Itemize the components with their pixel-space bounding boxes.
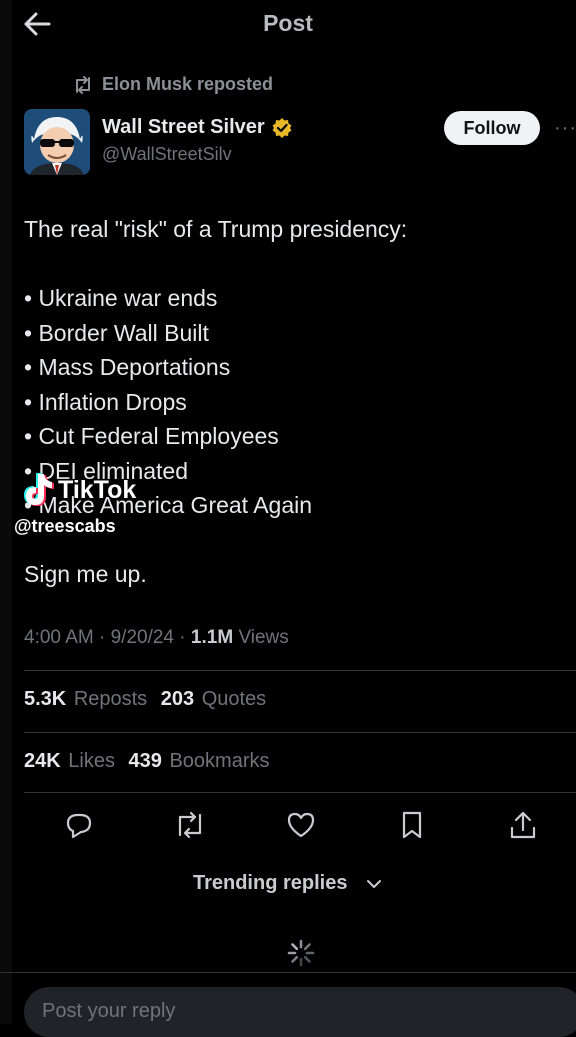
share-button[interactable] bbox=[505, 806, 541, 844]
stats-row-likes: 24K Likes 439 Bookmarks bbox=[24, 750, 270, 773]
author-handle[interactable]: @WallStreetSilv bbox=[102, 144, 232, 165]
author-name-row[interactable]: Wall Street Silver bbox=[102, 116, 293, 139]
reposts-label: Reposts bbox=[73, 688, 148, 710]
post-bullet: • Inflation Drops bbox=[24, 388, 187, 415]
likes-label: Likes bbox=[68, 750, 115, 772]
post-bullet: • Border Wall Built bbox=[24, 319, 209, 346]
repost-button[interactable] bbox=[172, 806, 208, 844]
likes-stat[interactable]: 24K Likes bbox=[24, 750, 115, 772]
avatar[interactable] bbox=[24, 109, 90, 175]
post-date: 9/20/24 bbox=[110, 627, 175, 648]
avatar-image bbox=[24, 109, 90, 175]
repost-label: Elon Musk reposted bbox=[102, 74, 274, 94]
trending-label: Trending replies bbox=[192, 872, 348, 895]
repost-context[interactable]: Elon Musk reposted bbox=[72, 74, 273, 95]
meta-separator: · bbox=[179, 627, 186, 648]
views-count: 1.1M bbox=[190, 627, 234, 648]
reposts-count: 5.3K bbox=[24, 688, 67, 710]
repost-icon bbox=[178, 811, 202, 839]
quotes-count: 203 bbox=[160, 688, 195, 710]
author-name: Wall Street Silver bbox=[102, 116, 265, 138]
tiktok-brand: TikTok bbox=[58, 475, 137, 504]
divider bbox=[24, 670, 576, 671]
meta-separator: · bbox=[99, 627, 106, 648]
reply-button[interactable] bbox=[61, 806, 97, 844]
divider bbox=[0, 972, 576, 973]
bookmark-icon bbox=[402, 811, 422, 839]
post-time: 4:00 AM bbox=[24, 627, 94, 648]
bookmark-button[interactable] bbox=[394, 806, 430, 844]
reply-placeholder: Post your reply bbox=[42, 1000, 176, 1022]
bookmarks-stat[interactable]: 439 Bookmarks bbox=[129, 750, 270, 772]
background-page-edge bbox=[0, 0, 12, 1024]
reposts-stat[interactable]: 5.3K Reposts bbox=[24, 688, 147, 710]
post-bullet: • Ukraine war ends bbox=[24, 285, 218, 311]
verified-badge-icon bbox=[272, 117, 292, 138]
quotes-stat[interactable]: 203 Quotes bbox=[161, 688, 266, 710]
like-button[interactable] bbox=[283, 806, 319, 844]
repost-icon bbox=[76, 75, 90, 94]
post-intro: The real "risk" of a Trump presidency: bbox=[24, 216, 408, 242]
bookmarks-count: 439 bbox=[128, 750, 162, 772]
top-bar: Post bbox=[0, 0, 576, 48]
page-title: Post bbox=[263, 10, 313, 36]
tiktok-watermark: TikTok bbox=[20, 472, 136, 508]
divider bbox=[24, 732, 576, 733]
share-icon bbox=[510, 811, 536, 839]
post-bullet: • Cut Federal Employees bbox=[24, 423, 279, 449]
post-outro: Sign me up. bbox=[24, 561, 147, 587]
likes-count: 24K bbox=[24, 750, 61, 772]
action-bar bbox=[24, 806, 554, 844]
heart-icon bbox=[287, 812, 315, 838]
post-timestamp: 4:00 AM · 9/20/24 · 1.1M Views bbox=[24, 627, 289, 649]
tiktok-username: @treescabs bbox=[14, 516, 116, 536]
divider bbox=[24, 792, 576, 793]
views-label: Views bbox=[238, 627, 289, 648]
reply-icon bbox=[66, 813, 92, 839]
follow-button[interactable]: Follow bbox=[444, 111, 540, 145]
bookmarks-label: Bookmarks bbox=[169, 750, 270, 772]
stats-row-reposts: 5.3K Reposts 203 Quotes bbox=[24, 688, 266, 711]
quotes-label: Quotes bbox=[201, 688, 267, 710]
tiktok-logo-icon bbox=[24, 473, 54, 506]
trending-replies-sort[interactable]: Trending replies bbox=[0, 872, 576, 895]
loading-spinner-icon bbox=[287, 939, 315, 967]
chevron-down-icon bbox=[367, 879, 382, 888]
more-icon[interactable]: ··· bbox=[554, 117, 576, 140]
post-bullet: • Mass Deportations bbox=[24, 354, 231, 380]
